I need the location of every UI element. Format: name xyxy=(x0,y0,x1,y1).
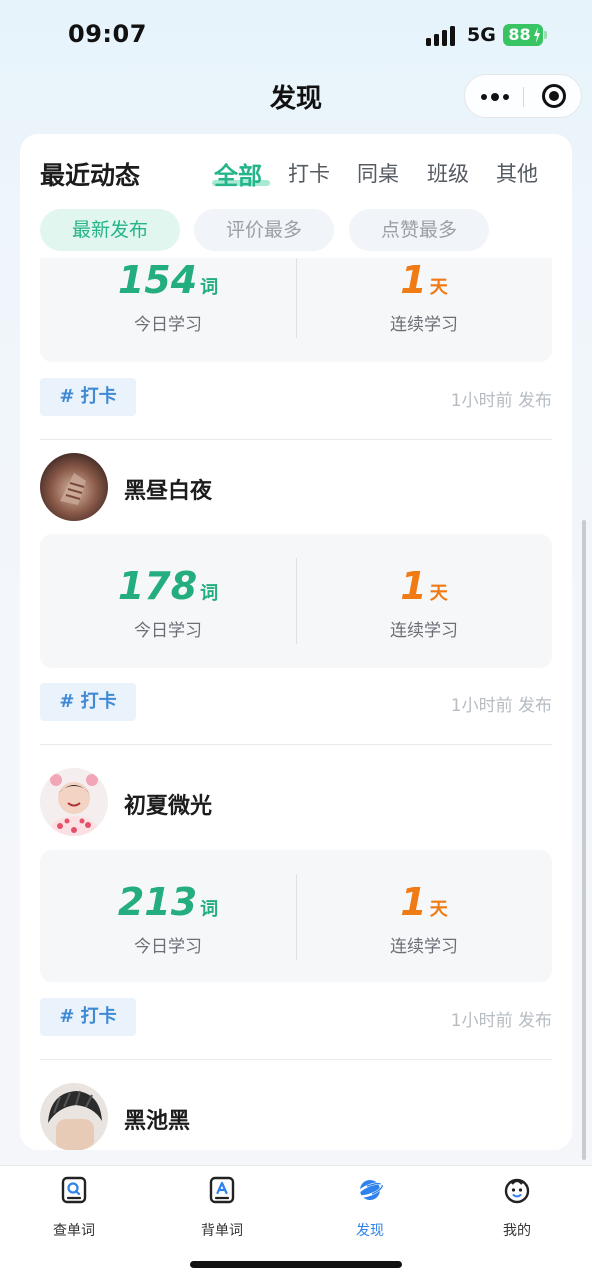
words-label: 今日学习 xyxy=(134,937,202,957)
avatar[interactable] xyxy=(40,453,108,521)
tab-discover[interactable]: 发现 xyxy=(320,1176,420,1239)
streak-label: 连续学习 xyxy=(390,937,458,957)
words-count: 178 xyxy=(117,564,198,608)
avatar[interactable] xyxy=(40,768,108,836)
divider xyxy=(40,1059,552,1060)
chip-most-reviewed[interactable]: 评价最多 xyxy=(194,209,334,251)
stats-panel: 178 词 今日学习 1天 连续学习 xyxy=(40,534,552,668)
network-type: 5G xyxy=(467,24,496,46)
streak-label: 连续学习 xyxy=(390,621,458,641)
word-card-icon xyxy=(209,1176,235,1204)
tab-label: 发现 xyxy=(356,1223,384,1239)
username[interactable]: 黑昼白夜 xyxy=(124,473,212,505)
scrollbar[interactable] xyxy=(582,520,586,1160)
profile-face-icon xyxy=(504,1178,530,1204)
battery-level: 88 xyxy=(508,25,531,44)
stat-streak: 1天 连续学习 xyxy=(296,534,552,668)
battery-icon: 88 xyxy=(503,24,543,46)
stat-words: 213 词 今日学习 xyxy=(40,850,296,984)
battery-cap xyxy=(544,31,547,39)
mini-program-capsule xyxy=(464,74,582,118)
checkin-tag[interactable]: # 打卡 xyxy=(40,683,136,721)
stat-words: 178 词 今日学习 xyxy=(40,534,296,668)
words-unit: 词 xyxy=(200,583,219,604)
status-bar: 09:07 5G 88 xyxy=(0,0,592,70)
words-unit: 词 xyxy=(200,899,219,920)
username[interactable]: 初夏微光 xyxy=(124,788,212,820)
signal-icon xyxy=(426,26,456,46)
stat-streak: 1天 连续学习 xyxy=(296,850,552,984)
chip-latest[interactable]: 最新发布 xyxy=(40,209,180,251)
status-time: 09:07 xyxy=(68,20,147,48)
words-unit: 词 xyxy=(200,277,219,298)
streak-count: 1 xyxy=(400,880,427,924)
avatar-image xyxy=(40,1083,108,1150)
charging-bolt-icon xyxy=(534,27,540,43)
tab-deskmate[interactable]: 同桌 xyxy=(357,158,399,188)
words-count: 154 xyxy=(117,258,198,302)
streak-unit: 天 xyxy=(429,583,448,604)
tab-mine[interactable]: 我的 xyxy=(467,1176,567,1239)
checkin-tag[interactable]: # 打卡 xyxy=(40,378,136,416)
words-count: 213 xyxy=(117,880,198,924)
tab-class[interactable]: 班级 xyxy=(427,158,469,188)
section-title: 最近动态 xyxy=(40,161,141,190)
streak-unit: 天 xyxy=(429,899,448,920)
target-close-icon[interactable] xyxy=(542,84,566,108)
stat-streak: 1天 连续学习 xyxy=(296,258,552,362)
words-label: 今日学习 xyxy=(134,315,202,335)
stat-words: 154 词 今日学习 xyxy=(40,258,296,362)
capsule-divider xyxy=(523,87,524,107)
planet-icon xyxy=(357,1180,383,1200)
recent-activity-card: 最近动态 全部 打卡 同桌 班级 其他 最新发布 评价最多 点赞最多 154 词 … xyxy=(20,134,572,1150)
stats-panel: 213 词 今日学习 1天 连续学习 xyxy=(40,850,552,982)
more-dots-icon[interactable] xyxy=(465,75,523,117)
post-time: 1小时前 发布 xyxy=(450,391,552,411)
streak-count: 1 xyxy=(400,564,427,608)
feed-list: 154 词 今日学习 1天 连续学习 # 打卡 1小时前 发布 黑昼白夜 178… xyxy=(20,258,572,1150)
tab-label: 我的 xyxy=(503,1223,531,1239)
avatar[interactable] xyxy=(40,1083,108,1150)
home-indicator xyxy=(190,1261,402,1268)
streak-label: 连续学习 xyxy=(390,315,458,335)
avatar-image xyxy=(40,453,108,521)
tab-label: 查单词 xyxy=(53,1223,95,1239)
divider xyxy=(40,439,552,440)
words-label: 今日学习 xyxy=(134,621,202,641)
streak-count: 1 xyxy=(400,258,427,302)
stats-panel: 154 词 今日学习 1天 连续学习 xyxy=(40,258,552,362)
tab-label: 背单词 xyxy=(201,1223,243,1239)
post-time: 1小时前 发布 xyxy=(450,1011,552,1031)
tab-checkin[interactable]: 打卡 xyxy=(288,158,330,188)
post-time: 1小时前 发布 xyxy=(450,696,552,716)
tab-memorize-word[interactable]: 背单词 xyxy=(172,1176,272,1239)
chip-most-liked[interactable]: 点赞最多 xyxy=(349,209,489,251)
tab-all[interactable]: 全部 xyxy=(214,156,262,191)
search-word-icon xyxy=(61,1176,87,1204)
avatar-image xyxy=(40,768,108,836)
streak-unit: 天 xyxy=(429,277,448,298)
tab-lookup-word[interactable]: 查单词 xyxy=(24,1176,124,1239)
tab-other[interactable]: 其他 xyxy=(496,158,538,188)
username[interactable]: 黑池黑 xyxy=(124,1103,190,1135)
checkin-tag[interactable]: # 打卡 xyxy=(40,998,136,1036)
divider xyxy=(40,744,552,745)
